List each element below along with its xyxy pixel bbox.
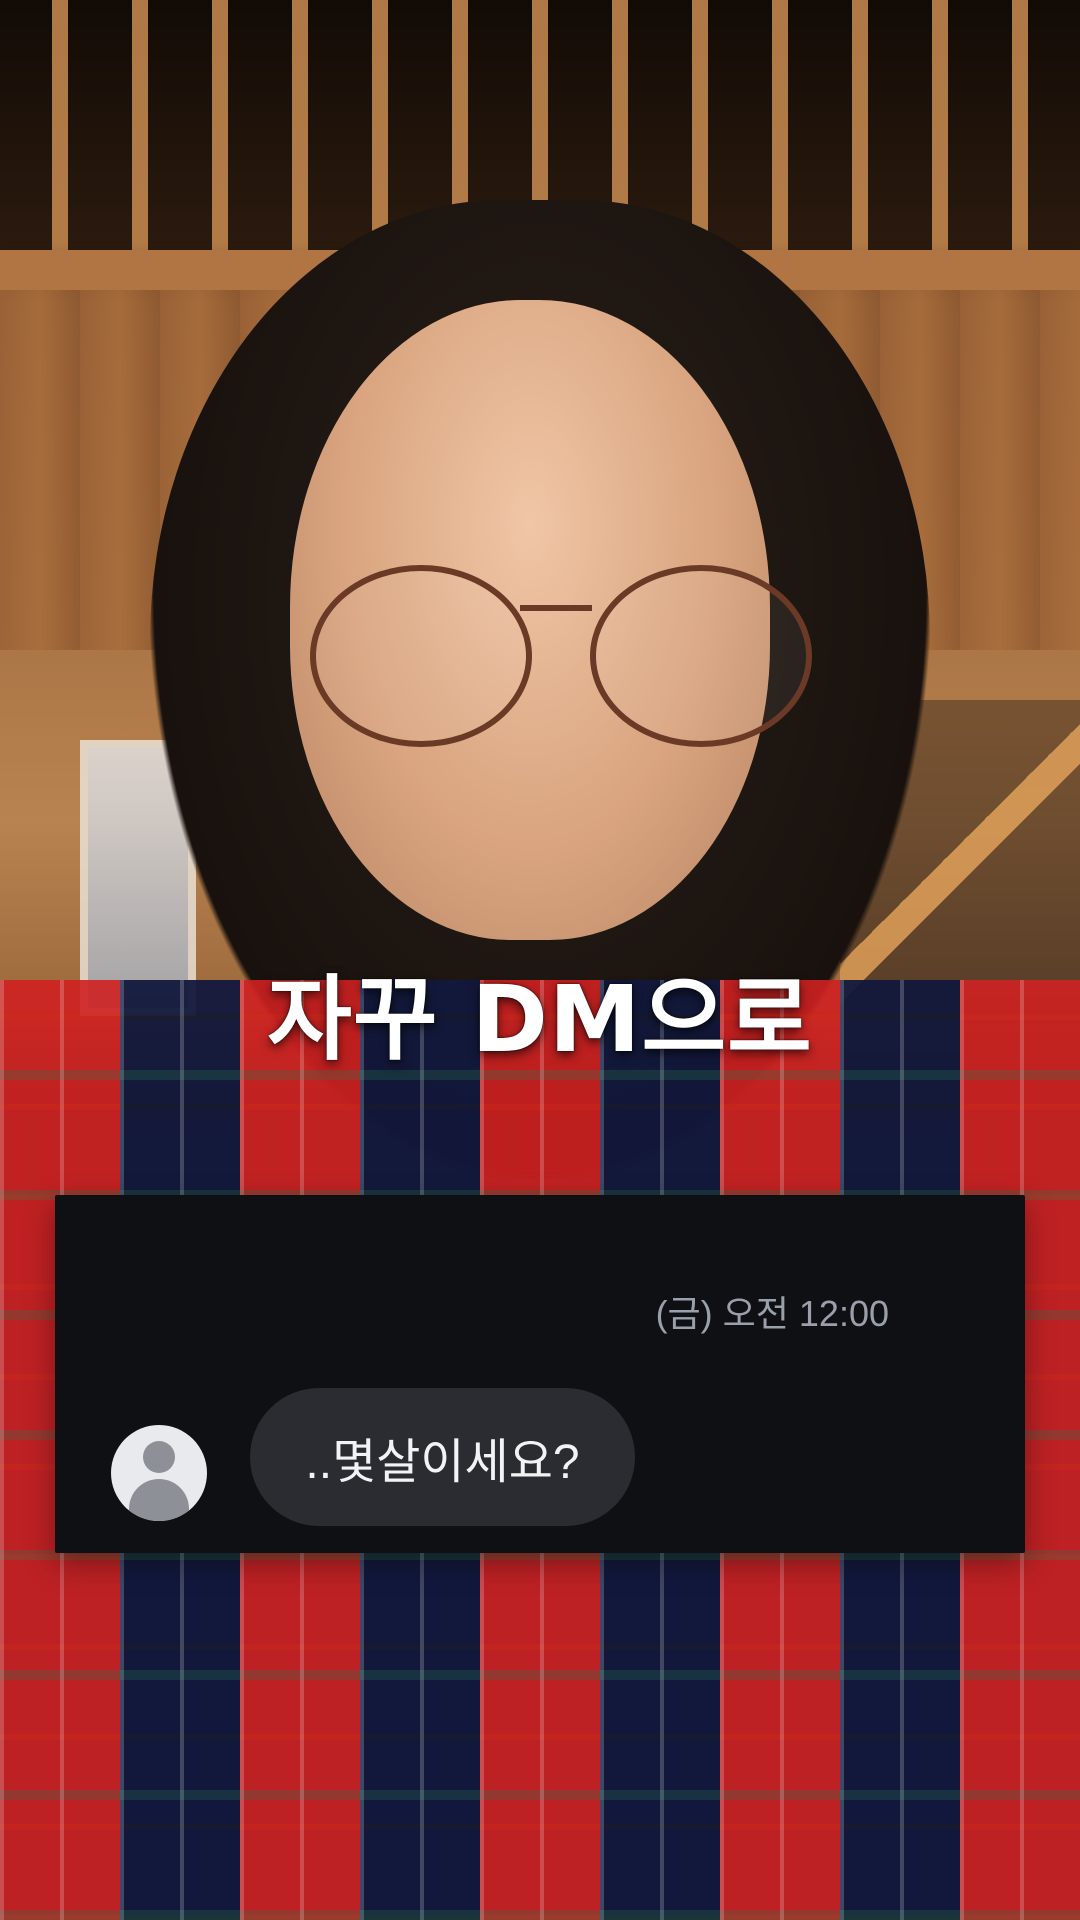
video-frame: 자꾸 DM으로 (금) 오전 12:00 ..몇살이세요? [0, 0, 1080, 1920]
dm-timestamp: (금) 오전 12:00 [655, 1293, 889, 1334]
video-caption: 자꾸 DM으로 [267, 966, 813, 1073]
user-avatar-icon [111, 1425, 207, 1521]
dm-message-bubble: ..몇살이세요? [250, 1388, 635, 1526]
glasses-bridge [520, 605, 592, 611]
dm-panel: (금) 오전 12:00 ..몇살이세요? [55, 1195, 1025, 1553]
avatar-head-shape [143, 1441, 175, 1473]
dm-message-text: ..몇살이세요? [305, 1436, 580, 1489]
glasses-left-lens [310, 565, 532, 747]
avatar-body-shape [129, 1479, 189, 1521]
glasses-right-lens [590, 565, 812, 747]
